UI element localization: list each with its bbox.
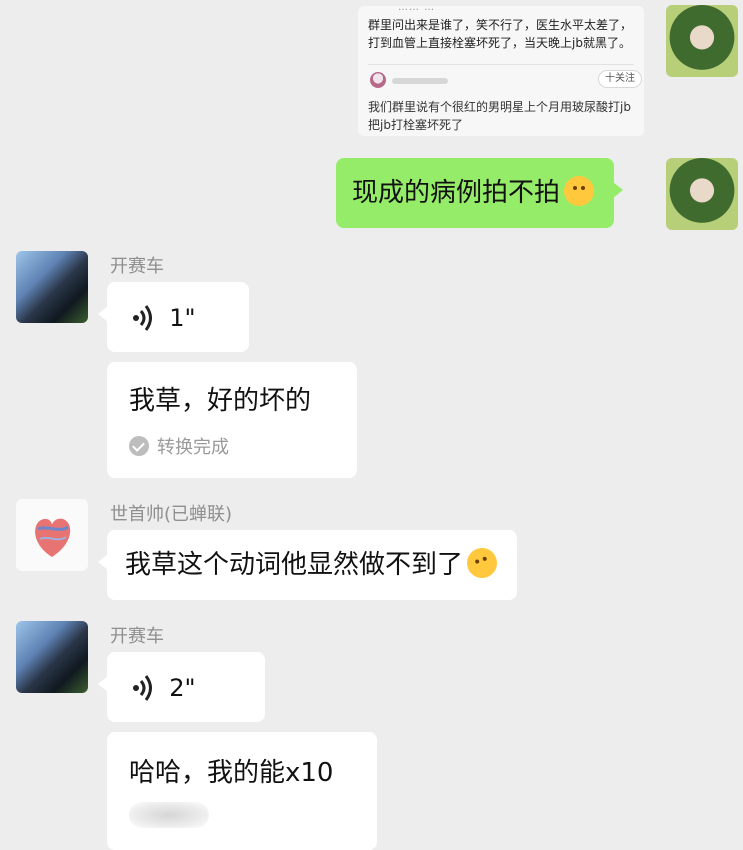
check-circle-icon xyxy=(129,436,149,456)
voice-duration: 2" xyxy=(169,673,196,702)
message-text: 现成的病例拍不拍 xyxy=(352,178,561,208)
quoted-post-clipped-header: …… … xyxy=(398,2,436,13)
sender-name: 开赛车 xyxy=(110,256,164,277)
sender-name: 开赛车 xyxy=(110,626,164,647)
bubble-tail xyxy=(98,306,108,322)
follow-button[interactable]: 十关注 xyxy=(598,70,642,88)
message-bubble-self[interactable]: 现成的病例拍不拍 xyxy=(336,158,624,228)
rolling-laughing-face-icon xyxy=(462,543,502,583)
status-blurred xyxy=(129,802,209,828)
voice-message-bubble[interactable]: 1" xyxy=(98,282,249,352)
bubble-tail xyxy=(98,554,108,570)
bubble-tail xyxy=(98,676,108,692)
quoted-post-card[interactable]: …… … 群里问出来是谁了，笑不行了，医生水平太差了，打到血管上直接栓塞坏死了，… xyxy=(358,2,644,136)
transcription-text: 我草，好的坏的 xyxy=(129,386,312,416)
transcription-status: 转换完成 xyxy=(129,428,357,465)
sender-avatar-shishoushuai[interactable] xyxy=(16,499,88,571)
quoted-user-avatar[interactable] xyxy=(370,72,386,88)
heart-illustration-icon xyxy=(35,518,71,557)
transcription-text: 哈哈，我的能x10 xyxy=(129,758,334,788)
sender-name: 世首帅(已蝉联) xyxy=(110,504,233,525)
message-bubble[interactable]: 我草这个动词他显然做不到了 xyxy=(98,530,518,600)
self-avatar[interactable] xyxy=(666,5,738,77)
bubble-tail xyxy=(613,182,624,198)
sender-avatar-kaisaiche[interactable] xyxy=(16,251,88,323)
voice-transcription-bubble[interactable]: 哈哈，我的能x10 xyxy=(107,732,377,850)
voice-message-bubble[interactable]: 2" xyxy=(98,652,265,722)
voice-duration: 1" xyxy=(169,303,196,332)
voice-wave-icon xyxy=(133,304,152,331)
voice-wave-icon xyxy=(133,674,152,701)
quoted-user-name-blurred xyxy=(392,78,448,84)
sender-avatar-kaisaiche[interactable] xyxy=(16,621,88,693)
message-text: 我草这个动词他显然做不到了 xyxy=(125,550,464,580)
shushing-face-icon xyxy=(564,176,595,206)
quoted-post-text: 群里问出来是谁了，笑不行了，医生水平太差了，打到血管上直接栓塞坏死了，当天晚上j… xyxy=(368,18,633,50)
quoted-reply-text: 我们群里说有个很红的男明星上个月用玻尿酸打jb把jb打栓塞坏死了 xyxy=(368,100,631,132)
divider xyxy=(368,64,634,65)
status-text: 转换完成 xyxy=(157,437,229,458)
self-avatar[interactable] xyxy=(666,158,738,230)
voice-transcription-bubble[interactable]: 我草，好的坏的 转换完成 xyxy=(107,362,357,478)
